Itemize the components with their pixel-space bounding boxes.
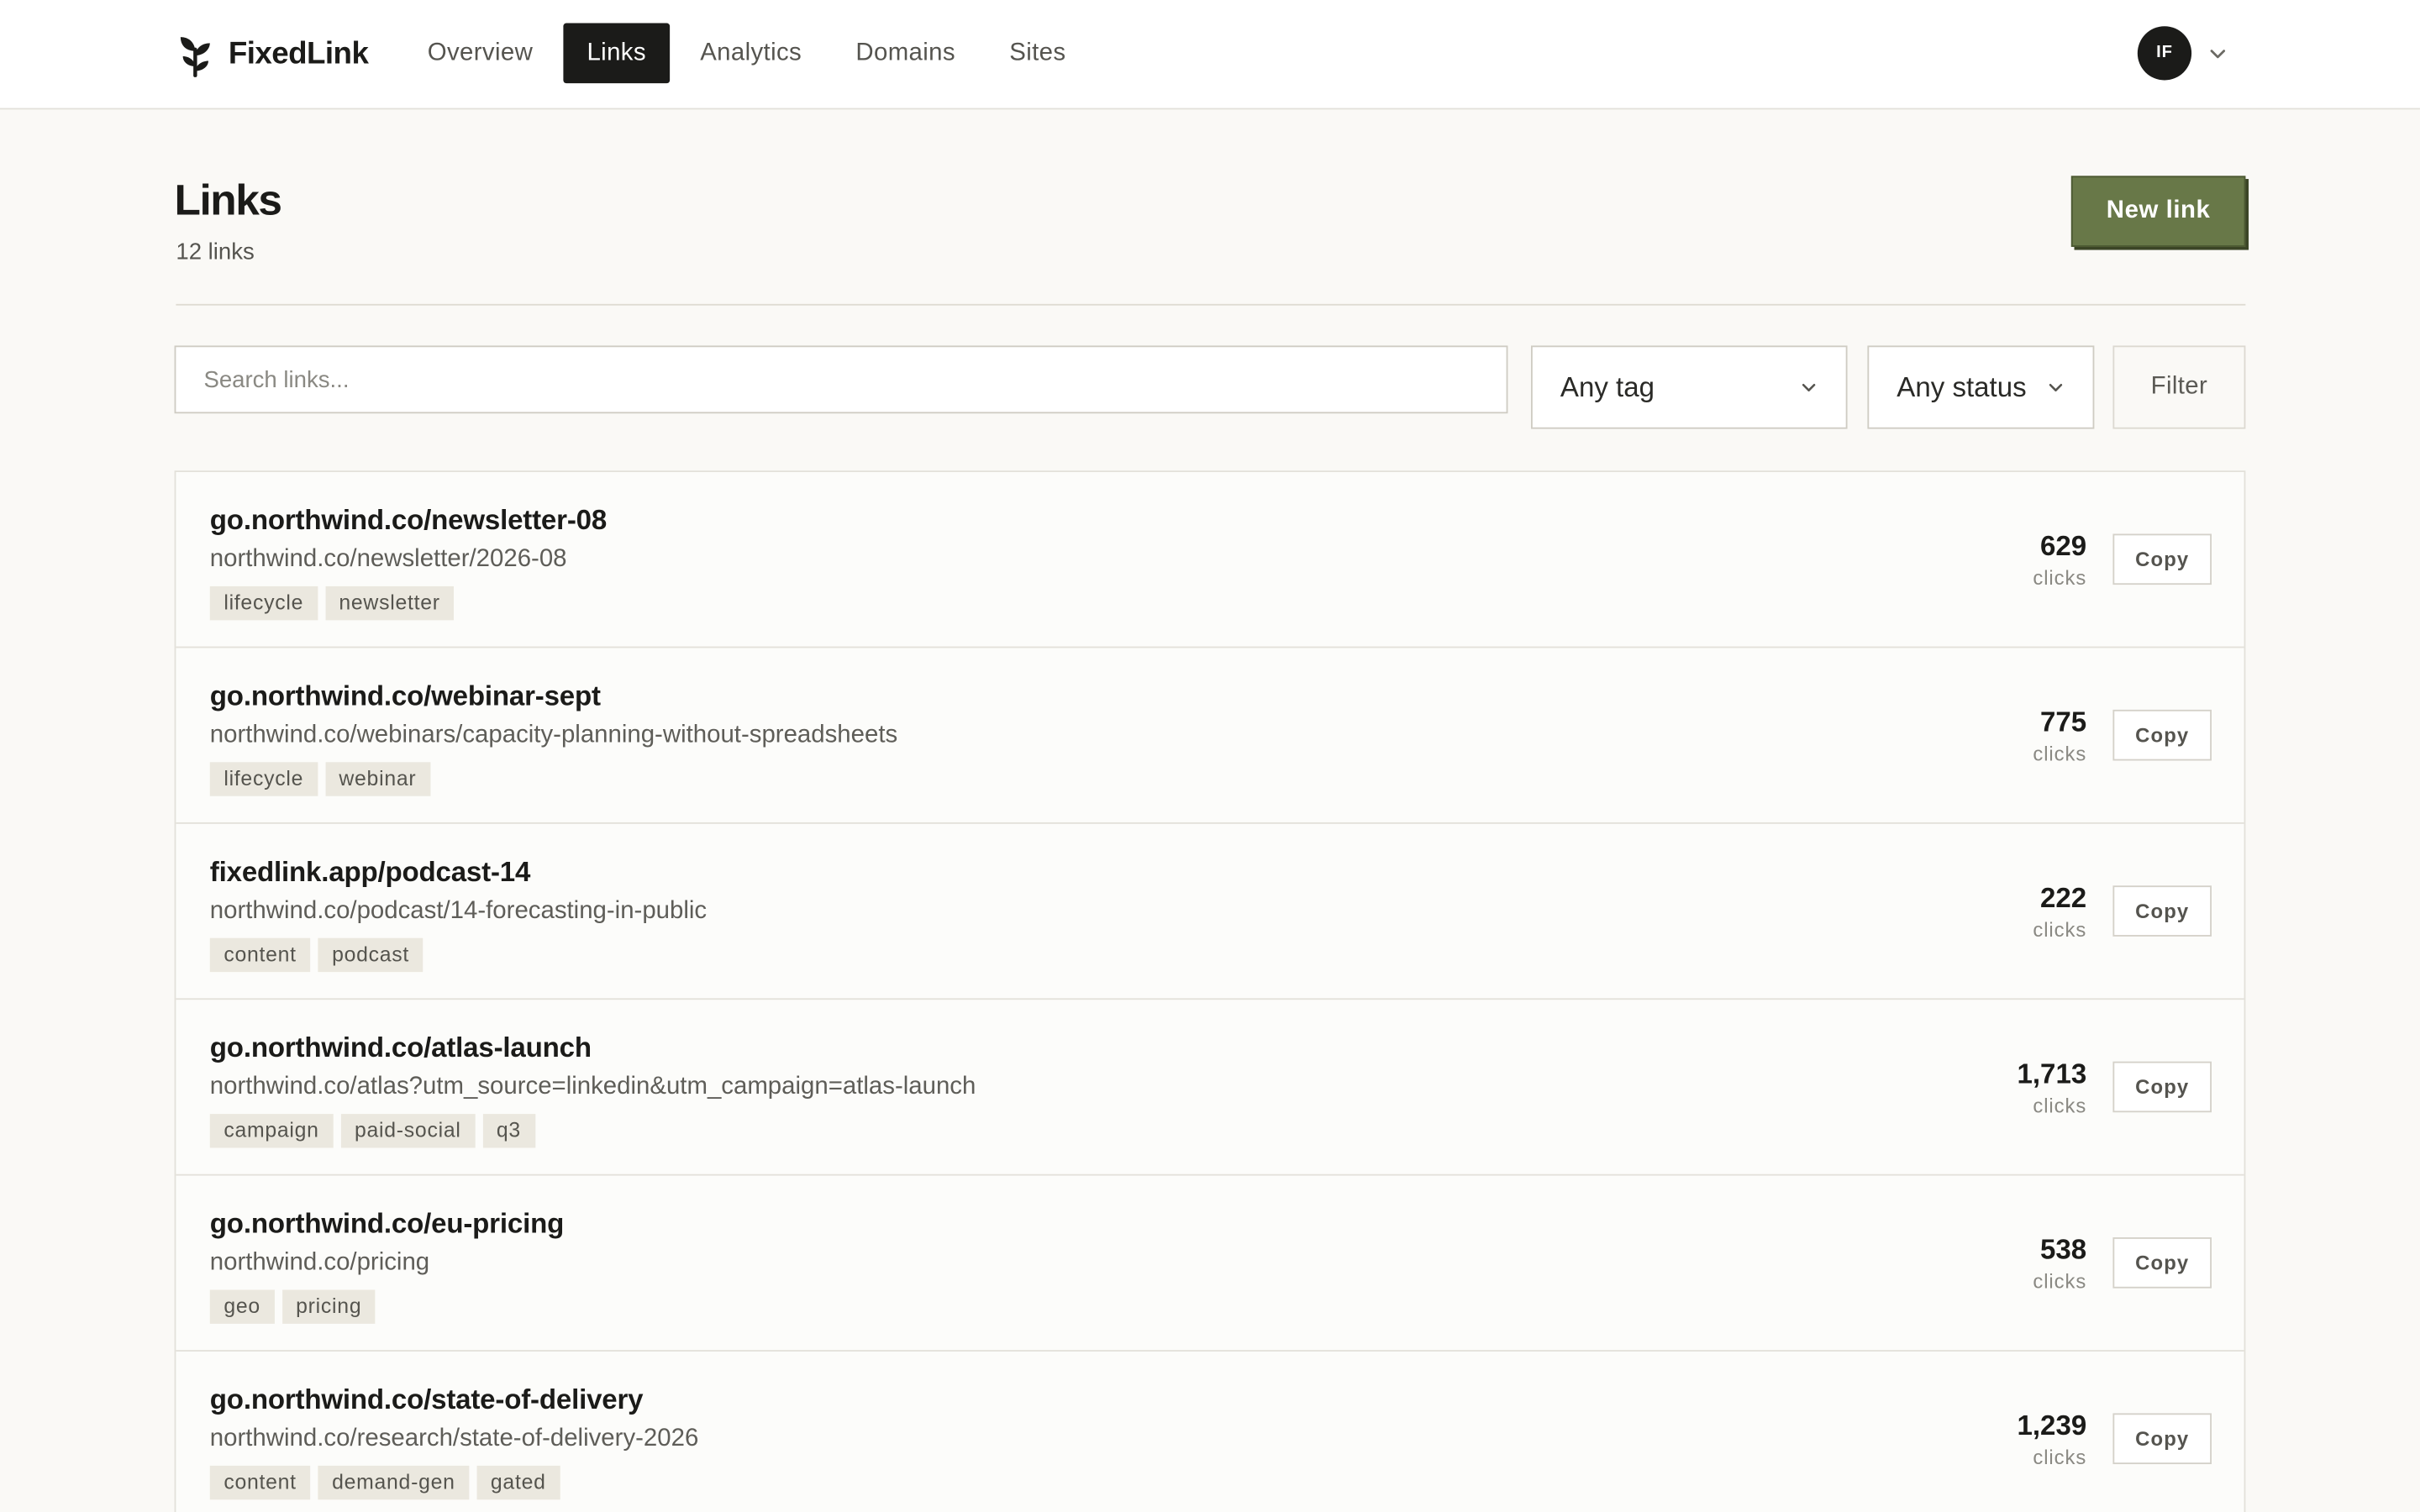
status-select[interactable]: Any status xyxy=(1867,345,2095,429)
status-select-value: Any status xyxy=(1897,370,2027,402)
short-link[interactable]: fixedlink.app/podcast-14 xyxy=(210,856,531,889)
top-navigation-bar: FixedLink Overview Links Analytics Domai… xyxy=(0,0,2420,110)
nav-item-sites[interactable]: Sites xyxy=(986,24,1089,84)
copy-button[interactable]: Copy xyxy=(2112,1061,2212,1113)
user-avatar[interactable]: IF xyxy=(2137,26,2192,81)
click-count: 538 xyxy=(2040,1234,2087,1266)
sprout-logo-icon xyxy=(180,37,210,77)
nav-item-overview[interactable]: Overview xyxy=(404,24,556,84)
tag-list: content podcast xyxy=(209,937,424,973)
tag-select-value: Any tag xyxy=(1560,370,1655,402)
short-link[interactable]: go.northwind.co/newsletter-08 xyxy=(210,505,607,538)
link-count: 12 links xyxy=(176,239,255,265)
chevron-down-icon[interactable] xyxy=(2207,43,2228,65)
link-row: go.northwind.co/newsletter-08 northwind.… xyxy=(176,472,2244,648)
link-row: go.northwind.co/state-of-delivery northw… xyxy=(176,1352,2244,1512)
click-label: clicks xyxy=(2033,1445,2087,1469)
copy-button[interactable]: Copy xyxy=(2112,533,2212,585)
tag-list: campaign paid-social q3 xyxy=(209,1114,535,1148)
link-row: fixedlink.app/podcast-14 northwind.co/po… xyxy=(176,824,2244,1000)
tag-chip[interactable]: demand-gen xyxy=(318,1465,470,1500)
tag-chip[interactable]: gated xyxy=(476,1465,560,1500)
chevron-down-icon xyxy=(1802,383,1816,391)
tag-list: lifecycle webinar xyxy=(209,762,430,796)
tag-chip[interactable]: paid-social xyxy=(340,1114,476,1148)
filter-button[interactable]: Filter xyxy=(2112,345,2246,429)
new-link-button[interactable]: New link xyxy=(2070,176,2246,247)
click-stats: 1,239 clicks xyxy=(2017,1409,2086,1472)
link-row: go.northwind.co/atlas-launch northwind.c… xyxy=(176,1000,2244,1176)
tag-chip[interactable]: content xyxy=(209,1465,311,1500)
destination-url: northwind.co/pricing xyxy=(209,1249,430,1276)
link-row: go.northwind.co/eu-pricing northwind.co/… xyxy=(176,1176,2244,1352)
search-input[interactable] xyxy=(174,345,1508,414)
click-stats: 538 clicks xyxy=(2033,1233,2086,1296)
nav-item-analytics[interactable]: Analytics xyxy=(677,24,825,84)
click-label: clicks xyxy=(2033,742,2087,766)
tag-chip[interactable]: webinar xyxy=(324,762,430,796)
tag-chip[interactable]: pricing xyxy=(281,1289,376,1324)
click-count: 629 xyxy=(2040,530,2087,562)
click-count: 222 xyxy=(2040,882,2087,914)
click-count: 1,239 xyxy=(2017,1410,2087,1441)
click-stats: 775 clicks xyxy=(2033,705,2086,768)
click-stats: 1,713 clicks xyxy=(2017,1057,2086,1120)
nav-item-domains[interactable]: Domains xyxy=(833,24,979,84)
page: FixedLink Overview Links Analytics Domai… xyxy=(0,0,2420,1512)
tag-chip[interactable]: newsletter xyxy=(324,585,455,621)
click-stats: 629 clicks xyxy=(2033,529,2086,592)
destination-url: northwind.co/atlas?utm_source=linkedin&u… xyxy=(209,1074,976,1100)
nav-item-links[interactable]: Links xyxy=(563,23,670,84)
chevron-down-icon xyxy=(2049,383,2063,391)
header-divider xyxy=(176,303,2246,306)
brand-logo[interactable]: FixedLink xyxy=(176,29,369,79)
copy-button[interactable]: Copy xyxy=(2112,1413,2212,1465)
destination-url: northwind.co/newsletter/2026-08 xyxy=(209,546,567,573)
copy-button[interactable]: Copy xyxy=(2112,1237,2212,1289)
links-list: go.northwind.co/newsletter-08 northwind.… xyxy=(174,470,2246,1512)
short-link[interactable]: go.northwind.co/webinar-sept xyxy=(210,680,601,713)
tag-chip[interactable]: campaign xyxy=(209,1114,334,1148)
click-label: clicks xyxy=(2033,566,2087,590)
destination-url: northwind.co/podcast/14-forecasting-in-p… xyxy=(209,897,708,925)
click-label: clicks xyxy=(2033,917,2087,942)
copy-button[interactable]: Copy xyxy=(2112,885,2212,937)
copy-button[interactable]: Copy xyxy=(2112,709,2212,761)
click-count: 1,713 xyxy=(2017,1058,2087,1089)
page-title: Links xyxy=(174,176,282,224)
brand-name: FixedLink xyxy=(228,36,369,71)
tag-chip[interactable]: lifecycle xyxy=(209,762,318,796)
link-row: go.northwind.co/webinar-sept northwind.c… xyxy=(176,648,2244,824)
tag-chip[interactable]: q3 xyxy=(482,1114,535,1148)
destination-url: northwind.co/research/state-of-delivery-… xyxy=(209,1425,699,1452)
destination-url: northwind.co/webinars/capacity-planning-… xyxy=(209,722,898,748)
click-label: clicks xyxy=(2033,1269,2087,1294)
tag-select[interactable]: Any tag xyxy=(1531,345,1848,429)
tag-list: content demand-gen gated xyxy=(209,1465,560,1500)
click-stats: 222 clicks xyxy=(2033,881,2086,944)
tag-chip[interactable]: content xyxy=(209,937,311,973)
tag-chip[interactable]: podcast xyxy=(318,937,424,973)
click-label: clicks xyxy=(2033,1094,2087,1117)
click-count: 775 xyxy=(2040,706,2087,738)
tag-list: geo pricing xyxy=(209,1289,376,1324)
short-link[interactable]: go.northwind.co/state-of-delivery xyxy=(210,1384,644,1417)
tag-chip[interactable]: geo xyxy=(209,1289,275,1324)
tag-chip[interactable]: lifecycle xyxy=(209,585,318,621)
short-link[interactable]: go.northwind.co/eu-pricing xyxy=(210,1208,565,1241)
main-nav: Overview Links Analytics Domains Sites xyxy=(404,23,1089,84)
tag-list: lifecycle newsletter xyxy=(209,585,455,621)
short-link[interactable]: go.northwind.co/atlas-launch xyxy=(210,1032,592,1065)
